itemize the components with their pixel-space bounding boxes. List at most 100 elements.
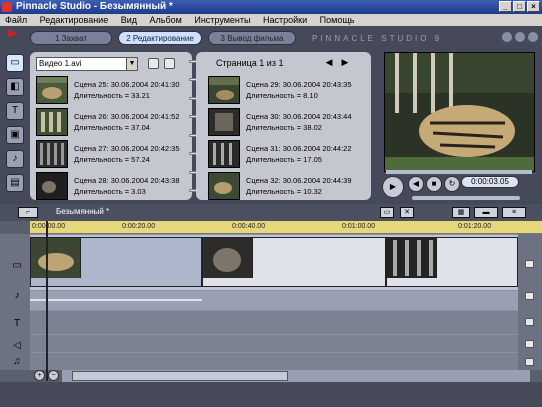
scene-thumbnail <box>36 172 68 200</box>
zoom-out-icon[interactable]: − <box>48 370 59 381</box>
sound-effects-tab-icon[interactable]: ♪ <box>6 150 24 168</box>
close-icon[interactable] <box>528 32 538 42</box>
timeline-clip[interactable] <box>30 237 202 287</box>
time-ruler[interactable]: 0:00:00.00 0:00:20.00 0:00:40.00 0:01:00… <box>30 221 542 234</box>
music-track[interactable] <box>30 352 518 370</box>
chevron-down-icon: ▼ <box>126 58 137 70</box>
scene-thumbnail <box>208 172 240 200</box>
scene-item[interactable]: Сцена 25: 30.06.2004 20:41:30 Длительнос… <box>36 76 188 106</box>
scene-title: Сцена 30: 30.06.2004 20:43:44 <box>246 112 352 121</box>
scene-item[interactable]: Сцена 27: 30.06.2004 20:42:35 Длительнос… <box>36 140 188 170</box>
minimize-icon[interactable] <box>515 32 525 42</box>
tab-make-movie[interactable]: 3 Вывод фильма <box>208 31 296 45</box>
menu-album[interactable]: Альбом <box>145 15 187 25</box>
playhead[interactable] <box>46 221 48 381</box>
album-panel: ▭ ◧ T ▣ ♪ ▤ Видео 1.avi ▼ Сцена 25: 30.0… <box>0 48 376 204</box>
split-clip-icon[interactable]: ▭ <box>380 207 394 218</box>
scene-thumbnail <box>36 76 68 104</box>
status-bar <box>0 382 542 407</box>
titles-tab-icon[interactable]: T <box>6 102 24 120</box>
audio-track[interactable] <box>30 290 518 310</box>
trash-icon[interactable]: ✕ <box>400 207 414 218</box>
transitions-tab-icon[interactable]: ◧ <box>6 78 24 96</box>
lock-icon[interactable] <box>525 260 534 268</box>
maximize-button[interactable]: □ <box>513 1 526 12</box>
timeline-view-icon[interactable]: ▬ <box>474 207 498 218</box>
menu-edit[interactable]: Редактирование <box>35 15 114 25</box>
scene-title: Сцена 25: 30.06.2004 20:41:30 <box>74 80 180 89</box>
scene-item[interactable]: Сцена 30: 30.06.2004 20:43:44 Длительнос… <box>208 108 368 138</box>
scene-item[interactable]: Сцена 26: 30.06.2004 20:41:52 Длительнос… <box>36 108 188 138</box>
loop-icon[interactable]: ↻ <box>444 176 460 192</box>
menu-file[interactable]: Файл <box>0 15 32 25</box>
menu-tools[interactable]: Инструменты <box>189 15 255 25</box>
ruler-label: 0:01:20.00 <box>458 223 492 230</box>
next-page-icon[interactable]: ▶ <box>340 57 350 68</box>
music-track-icon: ♫ <box>13 356 21 367</box>
timeline-clip[interactable] <box>386 237 518 287</box>
lock-icon[interactable] <box>525 318 534 326</box>
close-button[interactable]: × <box>527 1 540 12</box>
photos-tab-icon[interactable]: ▣ <box>6 126 24 144</box>
window-title: Pinnacle Studio - Безымянный * <box>16 1 173 12</box>
scene-duration: Длительность = 33.21 <box>74 91 150 100</box>
audio-waveform <box>30 299 202 301</box>
mode-bar: 1 Захват 2 Редактирование 3 Вывод фильма… <box>0 26 542 48</box>
scene-item[interactable]: Сцена 29: 30.06.2004 20:43:35 Длительнос… <box>208 76 368 106</box>
sound-effects-track-icon: ◁ <box>13 340 21 351</box>
title-bar: Pinnacle Studio - Безымянный * _ □ × <box>0 0 542 14</box>
lock-icon[interactable] <box>525 340 534 348</box>
scene-title: Сцена 28: 30.06.2004 20:43:38 <box>74 176 180 185</box>
clipboard-icon[interactable]: ⌐ <box>18 207 38 218</box>
tab-capture[interactable]: 1 Захват <box>30 31 112 45</box>
scene-item[interactable]: Сцена 32: 30.06.2004 20:44:39 Длительнос… <box>208 172 368 202</box>
sound-effects-track[interactable] <box>30 334 518 352</box>
browse-icon[interactable] <box>164 58 175 69</box>
prev-page-icon[interactable]: ◀ <box>324 57 334 68</box>
scene-duration: Длительность = 8.10 <box>246 91 318 100</box>
scene-duration: Длительность = 37.04 <box>74 123 150 132</box>
title-track[interactable] <box>30 310 518 334</box>
play-icon[interactable]: ▶ <box>382 176 404 198</box>
ruler-label: 0:00:00.00 <box>32 223 66 230</box>
video-scenes-tab-icon[interactable]: ▭ <box>6 54 24 72</box>
menus-tab-icon[interactable]: ▤ <box>6 174 24 192</box>
timeline-clip[interactable] <box>202 237 386 287</box>
scene-thumbnail <box>36 108 68 136</box>
text-view-icon[interactable]: ≡ <box>502 207 526 218</box>
skip-back-icon[interactable]: ◀ <box>408 176 424 192</box>
scene-duration: Длительность = 10.32 <box>246 187 322 196</box>
scene-thumbnail <box>36 140 68 168</box>
zoom-in-icon[interactable]: + <box>34 370 45 381</box>
lock-icon[interactable] <box>525 292 534 300</box>
brand-label: PINNACLE STUDIO 9 <box>312 34 443 43</box>
tab-edit[interactable]: 2 Редактирование <box>118 31 202 45</box>
menu-settings[interactable]: Настройки <box>258 15 312 25</box>
preview-screen <box>384 52 535 172</box>
ruler-label: 0:01:00.00 <box>342 223 376 230</box>
timeline-scrollbar[interactable] <box>62 370 530 382</box>
scene-item[interactable]: Сцена 31: 30.06.2004 20:44:22 Длительнос… <box>208 140 368 170</box>
menu-help[interactable]: Помощь <box>315 15 360 25</box>
dropdown-value: Видео 1.avi <box>39 59 82 68</box>
storyboard-view-icon[interactable]: ▦ <box>452 207 470 218</box>
preview-scrubber[interactable] <box>386 170 532 174</box>
help-icon[interactable] <box>502 32 512 42</box>
jog-bar[interactable] <box>412 196 520 200</box>
scene-thumbnail <box>208 108 240 136</box>
timecode-display[interactable]: 0:00:03.05 <box>461 176 519 188</box>
folder-icon[interactable] <box>148 58 159 69</box>
scene-title: Сцена 27: 30.06.2004 20:42:35 <box>74 144 180 153</box>
stop-icon[interactable]: ■ <box>426 176 442 192</box>
video-track[interactable] <box>30 234 518 290</box>
video-file-dropdown[interactable]: Видео 1.avi ▼ <box>36 57 138 71</box>
menu-view[interactable]: Вид <box>116 15 142 25</box>
scrollbar-thumb[interactable] <box>72 371 288 381</box>
scene-thumbnail <box>208 140 240 168</box>
lock-icon[interactable] <box>525 358 534 366</box>
title-track-icon: T <box>13 318 21 329</box>
scene-item[interactable]: Сцена 28: 30.06.2004 20:43:38 Длительнос… <box>36 172 188 202</box>
scene-duration: Длительность = 38.02 <box>246 123 322 132</box>
scene-title: Сцена 32: 30.06.2004 20:44:39 <box>246 176 352 185</box>
minimize-button[interactable]: _ <box>499 1 512 12</box>
